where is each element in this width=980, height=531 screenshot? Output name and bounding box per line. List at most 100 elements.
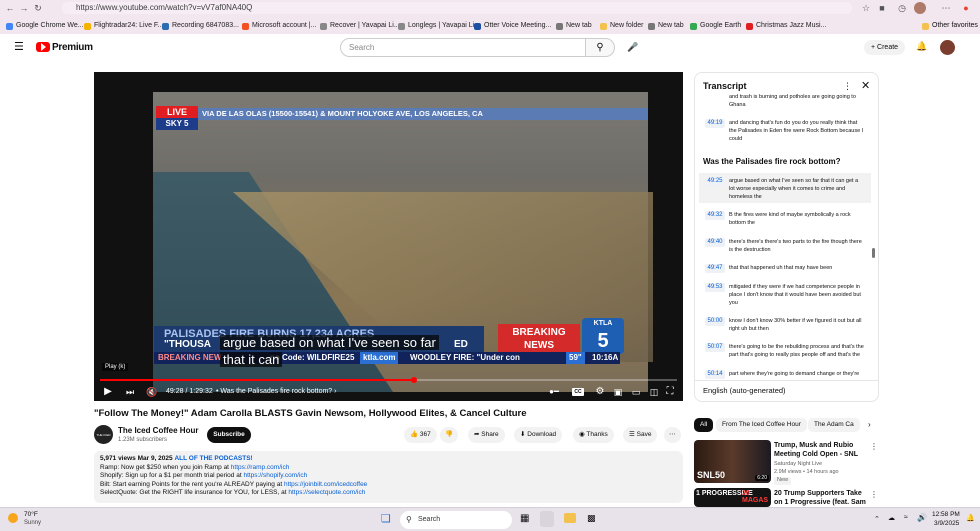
star-icon[interactable]: ☆ bbox=[860, 2, 872, 14]
rec-thumbnail-1[interactable]: SNL50 6:20 bbox=[694, 440, 771, 483]
bookmark-item[interactable]: Flightradar24: Live F... bbox=[84, 19, 163, 33]
channel-avatar[interactable]: THE ICED COFFEE HOUR bbox=[94, 425, 113, 477]
menu-icon[interactable]: ☰ bbox=[14, 42, 24, 53]
segment-timestamp[interactable]: 49:19 bbox=[705, 119, 725, 128]
copilot-icon[interactable]: ● bbox=[960, 2, 972, 14]
description-link[interactable]: https://joinbilt.com/icedcoffee bbox=[284, 481, 367, 488]
transcript-language[interactable]: English (auto-generated) bbox=[703, 386, 786, 395]
bookmark-item[interactable]: Christmas Jazz Musi... bbox=[746, 19, 826, 33]
description-box[interactable]: 5,971 views Mar 9, 2025 ALL OF THE PODCA… bbox=[94, 451, 683, 503]
thanks-button[interactable]: ◉ Thanks bbox=[573, 427, 614, 443]
wifi-icon[interactable]: ≈ bbox=[904, 514, 908, 521]
bookmark-item[interactable]: Recording 6847083... bbox=[162, 19, 239, 33]
refresh-icon[interactable]: ↻ bbox=[32, 2, 44, 14]
autoplay-toggle[interactable]: ●━ bbox=[546, 383, 562, 401]
segment-timestamp[interactable]: 50:14 bbox=[705, 370, 725, 379]
dislike-button[interactable]: 👎 bbox=[440, 427, 459, 443]
fullscreen-icon[interactable]: ⛶ bbox=[664, 383, 676, 401]
miniplayer-icon[interactable]: ▣ bbox=[612, 383, 624, 401]
rec-more-icon-1[interactable]: ⋮ bbox=[870, 442, 878, 451]
podcasts-link[interactable]: ALL OF THE PODCASTS! bbox=[174, 455, 252, 462]
logo-text[interactable]: Premium bbox=[52, 42, 93, 53]
notification-bell-icon[interactable]: 🔔 bbox=[966, 514, 975, 522]
next-icon[interactable]: ⏭ bbox=[124, 383, 136, 401]
segment-timestamp[interactable]: 49:40 bbox=[705, 238, 725, 247]
transcript-segment[interactable]: 49:53 mitigated if they were if we had co… bbox=[695, 279, 871, 309]
segment-timestamp[interactable]: 50:00 bbox=[705, 317, 725, 326]
account-avatar[interactable] bbox=[940, 40, 955, 55]
edge-icon[interactable] bbox=[540, 511, 554, 527]
rec-more-icon-2[interactable]: ⋮ bbox=[870, 490, 878, 499]
transcript-segment[interactable]: 49:25 argue based on what I've seen so fa… bbox=[699, 173, 871, 203]
transcript-segment[interactable]: 49:19 and dancing that's fun do you do yo… bbox=[695, 115, 871, 145]
clock-time[interactable]: 12:58 PM bbox=[932, 511, 960, 518]
file-explorer-icon[interactable] bbox=[564, 513, 576, 523]
transcript-segment[interactable]: 50:07 there's going to be the rebuilding … bbox=[695, 339, 871, 369]
download-button[interactable]: ⬇ Download bbox=[514, 427, 563, 443]
weather-temp[interactable]: 70°F bbox=[24, 511, 38, 518]
bookmark-item[interactable]: Microsoft account |... bbox=[242, 19, 316, 33]
bookmark-item[interactable]: Recover | Yavapai Li... bbox=[320, 19, 400, 33]
chip-from-channel[interactable]: From The Iced Coffee Hour bbox=[716, 418, 807, 432]
share-button[interactable]: ➦ Share bbox=[468, 427, 505, 443]
create-button[interactable]: + Create bbox=[864, 40, 906, 55]
forward-icon[interactable]: → bbox=[18, 2, 30, 14]
bookmark-item[interactable]: New tab bbox=[648, 19, 684, 33]
transcript-segment[interactable]: 49:32 B the fires were kind of maybe symb… bbox=[695, 207, 871, 237]
bookmark-item[interactable]: New folder bbox=[600, 19, 643, 33]
more-actions-button[interactable]: ⋯ bbox=[664, 427, 681, 443]
search-input[interactable]: Search bbox=[340, 38, 586, 57]
description-link[interactable]: https://shopify.com/ich bbox=[243, 472, 307, 479]
address-bar[interactable]: https://www.youtube.com/watch?v=vV7af0NA… bbox=[62, 2, 852, 14]
channel-name[interactable]: The Iced Coffee Hour bbox=[118, 426, 198, 435]
segment-timestamp[interactable]: 49:25 bbox=[705, 177, 725, 186]
notifications-icon[interactable]: 🔔 bbox=[916, 41, 927, 52]
profile-avatar[interactable] bbox=[914, 2, 926, 14]
more-icon[interactable]: ⋯ bbox=[940, 2, 952, 14]
chips-next-icon[interactable]: › bbox=[868, 420, 871, 429]
subscribe-button[interactable]: Subscribe bbox=[207, 427, 251, 443]
description-link[interactable]: https://ramp.com/ich bbox=[231, 464, 290, 471]
speaker-icon[interactable]: 🔊 bbox=[917, 513, 927, 522]
chapter-label[interactable]: • Was the Palisades fire rock bottom? › bbox=[216, 383, 336, 401]
cast-icon[interactable]: ◫ bbox=[648, 383, 660, 401]
back-icon[interactable]: ← bbox=[4, 2, 16, 14]
tray-chevron-icon[interactable]: ⌃ bbox=[874, 515, 880, 523]
rec-title-1[interactable]: Trump, Musk and Rubio Meeting Cold Open … bbox=[774, 441, 870, 459]
chip-all[interactable]: All bbox=[694, 418, 714, 432]
other-favorites[interactable]: Other favorites bbox=[922, 19, 978, 33]
windows-start-icon[interactable]: ❏ bbox=[381, 513, 391, 525]
save-button[interactable]: ☰ Save bbox=[623, 427, 658, 443]
video-player[interactable]: VIA DE LAS OLAS (15500-15541) & MOUNT HO… bbox=[94, 72, 683, 401]
store-icon[interactable]: ▩ bbox=[587, 513, 596, 524]
history-icon[interactable]: ◷ bbox=[896, 2, 908, 14]
bookmark-item[interactable]: Google Chrome We... bbox=[6, 19, 84, 33]
description-link[interactable]: https://selectquote.com/ich bbox=[288, 489, 365, 496]
volume-icon[interactable]: 🔇 bbox=[146, 383, 158, 401]
segment-timestamp[interactable]: 49:53 bbox=[705, 283, 725, 292]
bookmark-item[interactable]: Otter Voice Meeting... bbox=[474, 19, 551, 33]
segment-timestamp[interactable]: 49:32 bbox=[705, 211, 725, 220]
taskbar-search[interactable]: ⚲ Search bbox=[400, 511, 512, 529]
progress-bar[interactable] bbox=[100, 377, 677, 383]
breaking-news-badge: BREAKING NEWS bbox=[498, 324, 580, 354]
captions-button[interactable]: CC bbox=[572, 388, 584, 396]
theater-icon[interactable]: ▭ bbox=[630, 383, 642, 401]
transcript-scrollbar[interactable] bbox=[872, 248, 875, 258]
bookmark-item[interactable]: Google Earth bbox=[690, 19, 741, 33]
settings-icon[interactable]: ⚙ bbox=[594, 383, 606, 401]
search-button[interactable]: ⚲ bbox=[585, 38, 615, 57]
bookmark-item[interactable]: New tab bbox=[556, 19, 592, 33]
rec-title-2[interactable]: 20 Trump Supporters Take on 1 Progressiv… bbox=[774, 489, 870, 507]
microphone-icon[interactable]: 🎤 bbox=[626, 40, 640, 54]
segment-timestamp[interactable]: 49:47 bbox=[705, 264, 725, 273]
bookmark-item[interactable]: Longlegs | Yavapai Li... bbox=[398, 19, 480, 33]
chip-adam-carolla[interactable]: The Adam Ca bbox=[808, 418, 860, 432]
extensions-icon[interactable]: ■ bbox=[876, 2, 888, 14]
like-button[interactable]: 👍 367 bbox=[404, 427, 437, 443]
task-view-icon[interactable]: ▦ bbox=[520, 513, 529, 524]
tray-app-icon[interactable]: ☁ bbox=[888, 514, 895, 522]
play-icon[interactable]: ▶ bbox=[102, 383, 114, 401]
segment-timestamp[interactable]: 50:07 bbox=[705, 343, 725, 352]
rec-thumbnail-2[interactable]: 1 PROGRESSIVE 20 MAGAS bbox=[694, 488, 771, 507]
